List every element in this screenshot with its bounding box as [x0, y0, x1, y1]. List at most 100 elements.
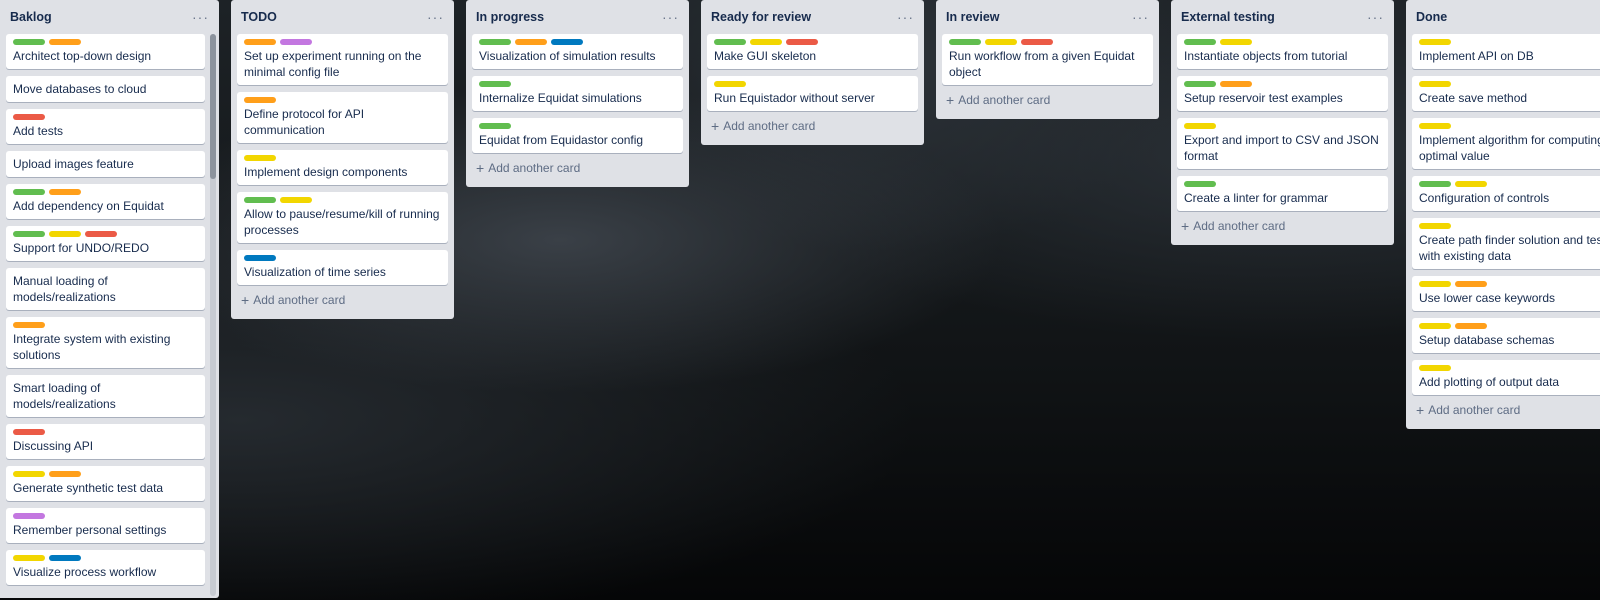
label-yellow[interactable]: [714, 81, 746, 87]
scrollbar[interactable]: [210, 34, 216, 596]
label-yellow[interactable]: [1419, 39, 1451, 45]
card[interactable]: Manual loading of models/realizations: [6, 268, 205, 310]
label-green[interactable]: [13, 231, 45, 237]
label-red[interactable]: [786, 39, 818, 45]
list-external-testing[interactable]: External testing ··· Instantiate objects f…: [1171, 0, 1394, 245]
label-green[interactable]: [479, 123, 511, 129]
card[interactable]: Discussing API: [6, 424, 205, 459]
card[interactable]: Setup database schemas: [1412, 318, 1600, 353]
card[interactable]: Export and import to CSV and JSON format: [1177, 118, 1388, 169]
label-orange[interactable]: [13, 322, 45, 328]
card[interactable]: Add dependency on Equidat: [6, 184, 205, 219]
label-orange[interactable]: [1455, 323, 1487, 329]
label-red[interactable]: [1021, 39, 1053, 45]
list-in-progress[interactable]: In progress ··· Visualization of simulatio…: [466, 0, 689, 187]
card[interactable]: Visualization of time series: [237, 250, 448, 285]
label-yellow[interactable]: [1455, 181, 1487, 187]
card[interactable]: Add tests: [6, 109, 205, 144]
label-yellow[interactable]: [13, 555, 45, 561]
label-yellow[interactable]: [13, 471, 45, 477]
label-red[interactable]: [13, 114, 45, 120]
list-title[interactable]: In review: [946, 10, 1000, 24]
card[interactable]: Make GUI skeleton: [707, 34, 918, 69]
card[interactable]: Run workflow from a given Equidat object: [942, 34, 1153, 85]
list-title[interactable]: Ready for review: [711, 10, 811, 24]
card[interactable]: Use lower case keywords: [1412, 276, 1600, 311]
card[interactable]: Generate synthetic test data: [6, 466, 205, 501]
label-orange[interactable]: [49, 471, 81, 477]
label-green[interactable]: [1184, 181, 1216, 187]
label-red[interactable]: [13, 429, 45, 435]
card[interactable]: Visualization of simulation results: [472, 34, 683, 69]
label-orange[interactable]: [1455, 281, 1487, 287]
label-red[interactable]: [85, 231, 117, 237]
card[interactable]: Implement design components: [237, 150, 448, 185]
label-green[interactable]: [479, 39, 511, 45]
label-yellow[interactable]: [1419, 223, 1451, 229]
card[interactable]: Create path finder solution and test wit…: [1412, 218, 1600, 269]
add-card-button[interactable]: + Add another card: [466, 153, 689, 185]
label-orange[interactable]: [49, 189, 81, 195]
label-yellow[interactable]: [280, 197, 312, 203]
label-yellow[interactable]: [1419, 123, 1451, 129]
label-yellow[interactable]: [49, 231, 81, 237]
card[interactable]: Implement API on DB: [1412, 34, 1600, 69]
list-todo[interactable]: TODO ··· Set up experiment running on the …: [231, 0, 454, 319]
card[interactable]: Smart loading of models/realizations: [6, 375, 205, 417]
card[interactable]: Visualize process workflow: [6, 550, 205, 585]
label-yellow[interactable]: [1419, 281, 1451, 287]
list-title[interactable]: TODO: [241, 10, 277, 24]
card[interactable]: Remember personal settings: [6, 508, 205, 543]
label-blue[interactable]: [49, 555, 81, 561]
label-yellow[interactable]: [1419, 81, 1451, 87]
label-yellow[interactable]: [1419, 365, 1451, 371]
card[interactable]: Architect top-down design: [6, 34, 205, 69]
card[interactable]: Set up experiment running on the minimal…: [237, 34, 448, 85]
list-menu-icon[interactable]: ···: [1132, 10, 1149, 24]
card[interactable]: Configuration of controls: [1412, 176, 1600, 211]
card[interactable]: Setup reservoir test examples: [1177, 76, 1388, 111]
card[interactable]: Run Equistador without server: [707, 76, 918, 111]
list-baklog[interactable]: Baklog ··· Architect top-down design Move d…: [0, 0, 219, 598]
list-menu-icon[interactable]: ···: [1367, 10, 1384, 24]
card[interactable]: Upload images feature: [6, 151, 205, 177]
label-orange[interactable]: [244, 39, 276, 45]
label-orange[interactable]: [244, 97, 276, 103]
list-menu-icon[interactable]: ···: [897, 10, 914, 24]
card[interactable]: Internalize Equidat simulations: [472, 76, 683, 111]
label-yellow[interactable]: [244, 155, 276, 161]
label-green[interactable]: [13, 39, 45, 45]
scrollbar-thumb[interactable]: [210, 34, 216, 179]
label-green[interactable]: [13, 189, 45, 195]
list-title[interactable]: Done: [1416, 10, 1447, 24]
card[interactable]: Create a linter for grammar: [1177, 176, 1388, 211]
label-yellow[interactable]: [1220, 39, 1252, 45]
list-title[interactable]: Baklog: [10, 10, 52, 24]
label-green[interactable]: [244, 197, 276, 203]
card[interactable]: Implement algorithm for computing optima…: [1412, 118, 1600, 169]
list-in-review[interactable]: In review ··· Run workflow from a given Eq…: [936, 0, 1159, 119]
label-green[interactable]: [479, 81, 511, 87]
card[interactable]: Create save method: [1412, 76, 1600, 111]
label-green[interactable]: [1419, 181, 1451, 187]
add-card-button[interactable]: + Add another card: [231, 285, 454, 317]
list-title[interactable]: In progress: [476, 10, 544, 24]
card[interactable]: Add plotting of output data: [1412, 360, 1600, 395]
card[interactable]: Define protocol for API communication: [237, 92, 448, 143]
card[interactable]: Equidat from Equidastor config: [472, 118, 683, 153]
label-green[interactable]: [1184, 81, 1216, 87]
label-green[interactable]: [949, 39, 981, 45]
label-green[interactable]: [714, 39, 746, 45]
card[interactable]: Move databases to cloud: [6, 76, 205, 102]
label-yellow[interactable]: [1184, 123, 1216, 129]
list-menu-icon[interactable]: ···: [192, 10, 209, 24]
label-yellow[interactable]: [985, 39, 1017, 45]
add-card-button[interactable]: + Add another card: [1171, 211, 1394, 243]
card[interactable]: Instantiate objects from tutorial: [1177, 34, 1388, 69]
label-blue[interactable]: [551, 39, 583, 45]
card[interactable]: Support for UNDO/REDO: [6, 226, 205, 261]
label-green[interactable]: [1184, 39, 1216, 45]
label-blue[interactable]: [244, 255, 276, 261]
list-menu-icon[interactable]: ···: [662, 10, 679, 24]
add-card-button[interactable]: + Add another card: [701, 111, 924, 143]
